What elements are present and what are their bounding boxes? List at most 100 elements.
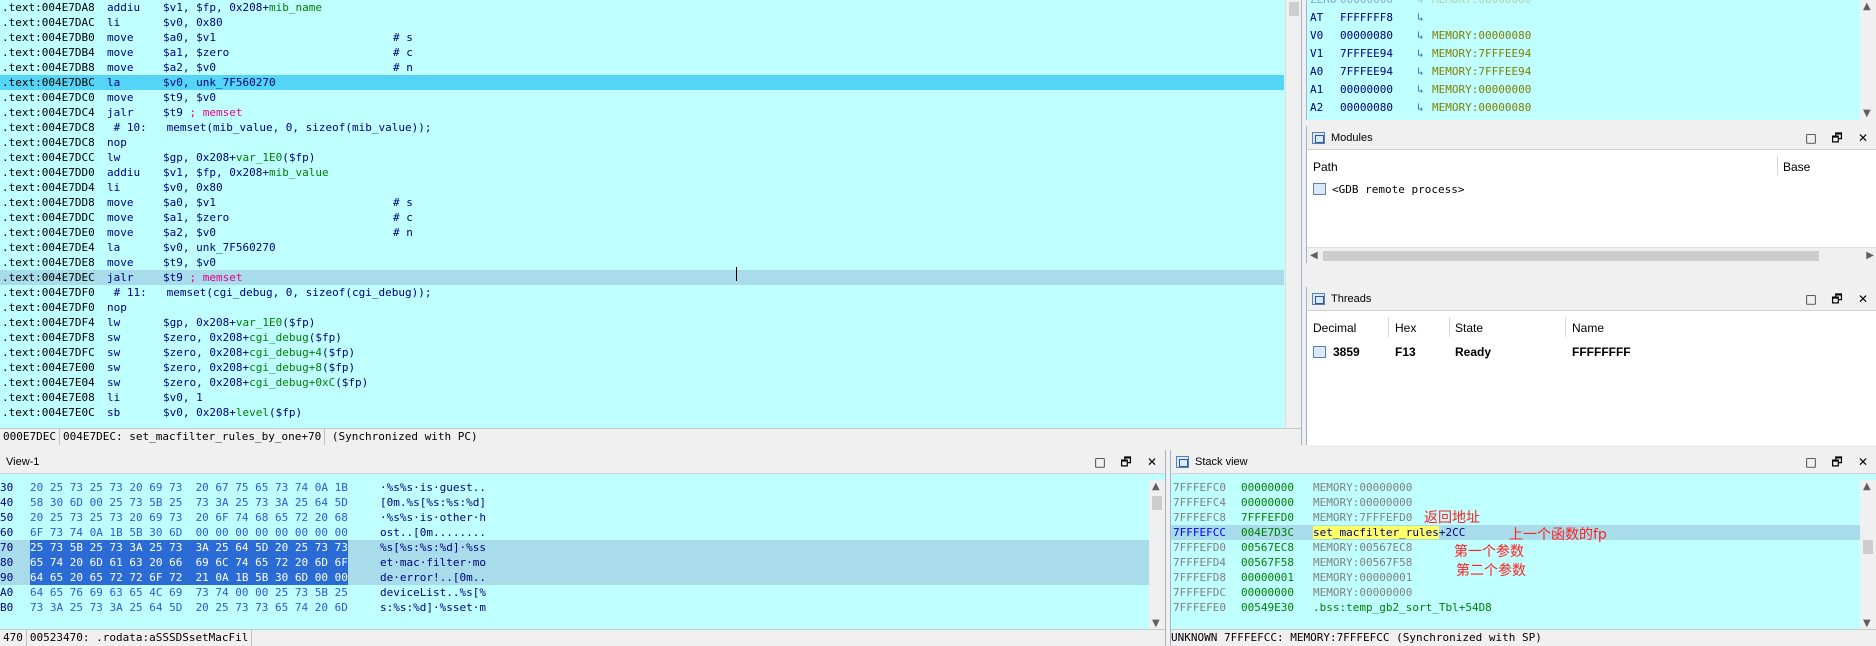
scroll-down-icon[interactable]: ▼ xyxy=(1863,618,1871,629)
column-header-hex[interactable]: Hex xyxy=(1395,321,1416,335)
register-value[interactable]: 7FFFEE94 xyxy=(1340,45,1393,63)
register-value[interactable]: 00000000 xyxy=(1340,81,1393,99)
hex-row[interactable]: 70 25 73 5B 25 73 3A 25 73 3A 25 64 5D 20… xyxy=(0,540,1150,555)
hex-ascii[interactable]: %s[%s:%s:%d]·%ss xyxy=(380,540,486,555)
registers-view[interactable]: ZERO00000000↳MEMORY:00000000ATFFFFFFF8↳V… xyxy=(1306,0,1876,120)
stack-row[interactable]: 7FFFEFC8 7FFFEFD0 MEMORY:7FFFEFD0 xyxy=(1171,510,1861,525)
stack-target[interactable]: .bss:temp_gb2_sort_Tbl+54D8 xyxy=(1313,600,1492,615)
operand-symbol[interactable]: var_1E0 xyxy=(236,316,282,329)
hex-ascii[interactable]: s:%s:%d]·%sset·m xyxy=(380,600,486,615)
disasm-line[interactable]: .text:004E7DBC la $v0, unk_7F560270 xyxy=(0,75,1284,90)
disasm-line[interactable]: .text:004E7DC4 jalr $t9 ; memset xyxy=(0,105,1284,120)
register-target[interactable]: MEMORY:00000080 xyxy=(1432,27,1531,45)
stack-target[interactable]: MEMORY:00000000 xyxy=(1313,585,1412,600)
stack-target[interactable]: MEMORY:00567EC8 xyxy=(1313,540,1412,555)
scroll-left-icon[interactable]: ◀ xyxy=(1310,250,1318,261)
disasm-line[interactable]: .text:004E7DA8 addiu $v1, $fp, 0x208+mib_n… xyxy=(0,0,1284,15)
disasm-line[interactable]: .text:004E7DC0 move $t9, $v0 xyxy=(0,90,1284,105)
register-value[interactable]: 00000080 xyxy=(1340,99,1393,117)
operand-symbol[interactable]: level xyxy=(236,406,269,419)
hex-row[interactable]: 90 64 65 20 65 72 72 6F 72 21 0A 1B 5B 30… xyxy=(0,570,1150,585)
register-target[interactable]: MEMORY:7FFFEE94 xyxy=(1432,63,1531,81)
hex-bytes[interactable]: 73 3A 25 73 3A 25 64 5D 20 25 73 73 65 7… xyxy=(30,600,348,615)
stack-value[interactable]: 00000000 xyxy=(1241,480,1294,495)
hex-ascii[interactable]: ·%s%s·is·guest.. xyxy=(380,480,486,495)
scroll-down-icon[interactable]: ▼ xyxy=(1863,108,1871,119)
stack-value[interactable]: 00567EC8 xyxy=(1241,540,1294,555)
stack-target[interactable]: MEMORY:00000000 xyxy=(1313,480,1412,495)
register-row[interactable]: A0 7FFFEE94 ↳ MEMORY:7FFFEE94 xyxy=(1307,63,1861,81)
scroll-right-icon[interactable]: ▶ xyxy=(1866,250,1874,261)
disassembly-view[interactable]: .text:004E7DA8 addiu $v1, $fp, 0x208+mib_n… xyxy=(0,0,1302,445)
register-row[interactable]: V1 7FFFEE94 ↳ MEMORY:7FFFEE94 xyxy=(1307,45,1861,63)
disasm-line[interactable]: .text:004E7E0C sb $v0, 0x208+level($fp) xyxy=(0,405,1284,420)
scroll-down-icon[interactable]: ▼ xyxy=(1152,618,1160,629)
modules-panel[interactable]: Modules □ 🗗 ✕ Path Base <GDB remote proces… xyxy=(1306,126,1876,263)
scrollbar-thumb[interactable] xyxy=(1152,496,1162,510)
disasm-line[interactable]: .text:004E7DB8 move $a2, $v0 # n xyxy=(0,60,1284,75)
disasm-line[interactable]: .text:004E7DB0 move $a0, $v1 # s xyxy=(0,30,1284,45)
operand-symbol[interactable]: cgi_debug+8 xyxy=(249,361,322,374)
stack-row[interactable]: 7FFFEFC4 00000000 MEMORY:00000000 xyxy=(1171,495,1861,510)
column-header-path[interactable]: Path xyxy=(1313,160,1338,174)
float-icon[interactable]: 🗗 xyxy=(1829,450,1845,474)
hex-ascii[interactable]: [0m.%s[%s:%s:%d] xyxy=(380,495,486,510)
register-value[interactable]: 00000080 xyxy=(1340,27,1393,45)
register-value[interactable]: 7FFFEE94 xyxy=(1340,63,1393,81)
register-value[interactable]: 00000000 xyxy=(1340,0,1393,9)
disasm-line[interactable]: .text:004E7DF4 lw $gp, 0x208+var_1E0($fp) xyxy=(0,315,1284,330)
disasm-line[interactable]: .text:004E7DD0 addiu $v1, $fp, 0x208+mib_v… xyxy=(0,165,1284,180)
hex-view-panel[interactable]: View-1 □ 🗗 ✕ 30 20 25 73 25 73 20 69 73 20 … xyxy=(0,450,1166,646)
modules-horizontal-scrollbar[interactable]: ◀ ▶ xyxy=(1307,247,1876,263)
stack-target[interactable]: MEMORY:00000000 xyxy=(1313,495,1412,510)
disasm-line[interactable]: .text:004E7DC8 nop xyxy=(0,135,1284,150)
disassembly-scrollbar[interactable] xyxy=(1285,0,1301,428)
scrollbar-thumb[interactable] xyxy=(1323,251,1819,261)
disasm-line[interactable]: .text:004E7DE4 la $v0, unk_7F560270 xyxy=(0,240,1284,255)
disasm-line[interactable]: .text:004E7DF8 sw $zero, 0x208+cgi_debug($… xyxy=(0,330,1284,345)
threads-panel[interactable]: Threads □ 🗗 ✕ Decimal Hex State Name 3859 … xyxy=(1306,287,1876,445)
operand-symbol[interactable]: mib_name xyxy=(269,1,322,14)
register-target[interactable]: MEMORY:00000000 xyxy=(1432,81,1531,99)
stack-target-symbol[interactable]: set_macfilter_rules xyxy=(1313,526,1439,539)
register-row[interactable]: A1 00000000 ↳ MEMORY:00000000 xyxy=(1307,81,1861,99)
register-value[interactable]: FFFFFFF8 xyxy=(1340,9,1393,27)
maximize-icon[interactable]: □ xyxy=(1092,450,1108,474)
stack-row[interactable]: 7FFFEFDC 00000000 MEMORY:00000000 xyxy=(1171,585,1861,600)
stack-target[interactable]: set_macfilter_rules+2CC xyxy=(1313,525,1465,540)
register-row[interactable]: V0 00000080 ↳ MEMORY:00000080 xyxy=(1307,27,1861,45)
maximize-icon[interactable]: □ xyxy=(1803,287,1819,311)
operand-symbol[interactable]: cgi_debug xyxy=(249,331,309,344)
hex-ascii[interactable]: deviceList..%s[% xyxy=(380,585,486,600)
float-icon[interactable]: 🗗 xyxy=(1829,126,1845,150)
hex-bytes[interactable]: 64 65 76 69 63 65 4C 69 73 74 00 00 25 7… xyxy=(30,585,348,600)
register-target[interactable]: MEMORY:00000080 xyxy=(1432,99,1531,117)
disasm-line[interactable]: .text:004E7DD4 li $v0, 0x80 xyxy=(0,180,1284,195)
stack-value[interactable]: 00000001 xyxy=(1241,570,1294,585)
float-icon[interactable]: 🗗 xyxy=(1829,287,1845,311)
stack-target[interactable]: MEMORY:00000001 xyxy=(1313,570,1412,585)
operand-symbol[interactable]: cgi_debug+0xC xyxy=(249,376,335,389)
disasm-line[interactable]: .text:004E7DEC jalr $t9 ; memset xyxy=(0,270,1284,285)
registers-scrollbar[interactable]: ▲ ▼ xyxy=(1860,0,1876,120)
disasm-line[interactable]: .text:004E7DC8 # 10: memset(mib_value, 0… xyxy=(0,120,1284,135)
stack-scrollbar[interactable]: ▲ ▼ xyxy=(1860,480,1876,630)
hex-row[interactable]: 30 20 25 73 25 73 20 69 73 20 67 75 65 73… xyxy=(0,480,1150,495)
scrollbar-thumb[interactable] xyxy=(1289,2,1299,16)
hex-scrollbar[interactable]: ▲ ▼ xyxy=(1149,480,1165,630)
stack-value[interactable]: 00000000 xyxy=(1241,495,1294,510)
hex-row[interactable]: B0 73 3A 25 73 3A 25 64 5D 20 25 73 73 65… xyxy=(0,600,1150,615)
scroll-up-icon[interactable]: ▲ xyxy=(1863,481,1871,492)
disasm-line[interactable]: .text:004E7DCC lw $gp, 0x208+var_1E0($fp) xyxy=(0,150,1284,165)
column-header-state[interactable]: State xyxy=(1455,321,1483,335)
scrollbar-thumb[interactable] xyxy=(1863,540,1873,554)
stack-value[interactable]: 00567F58 xyxy=(1241,555,1294,570)
hex-row[interactable]: 80 65 74 20 6D 61 63 20 66 69 6C 74 65 72… xyxy=(0,555,1150,570)
operand-symbol[interactable]: var_1E0 xyxy=(236,151,282,164)
maximize-icon[interactable]: □ xyxy=(1803,126,1819,150)
register-target[interactable]: MEMORY:7FFFEE94 xyxy=(1432,45,1531,63)
scroll-up-icon[interactable]: ▲ xyxy=(1152,481,1160,492)
close-icon[interactable]: ✕ xyxy=(1144,450,1160,474)
float-icon[interactable]: 🗗 xyxy=(1118,450,1134,474)
disasm-line[interactable]: .text:004E7E00 sw $zero, 0x208+cgi_debug+8… xyxy=(0,360,1284,375)
